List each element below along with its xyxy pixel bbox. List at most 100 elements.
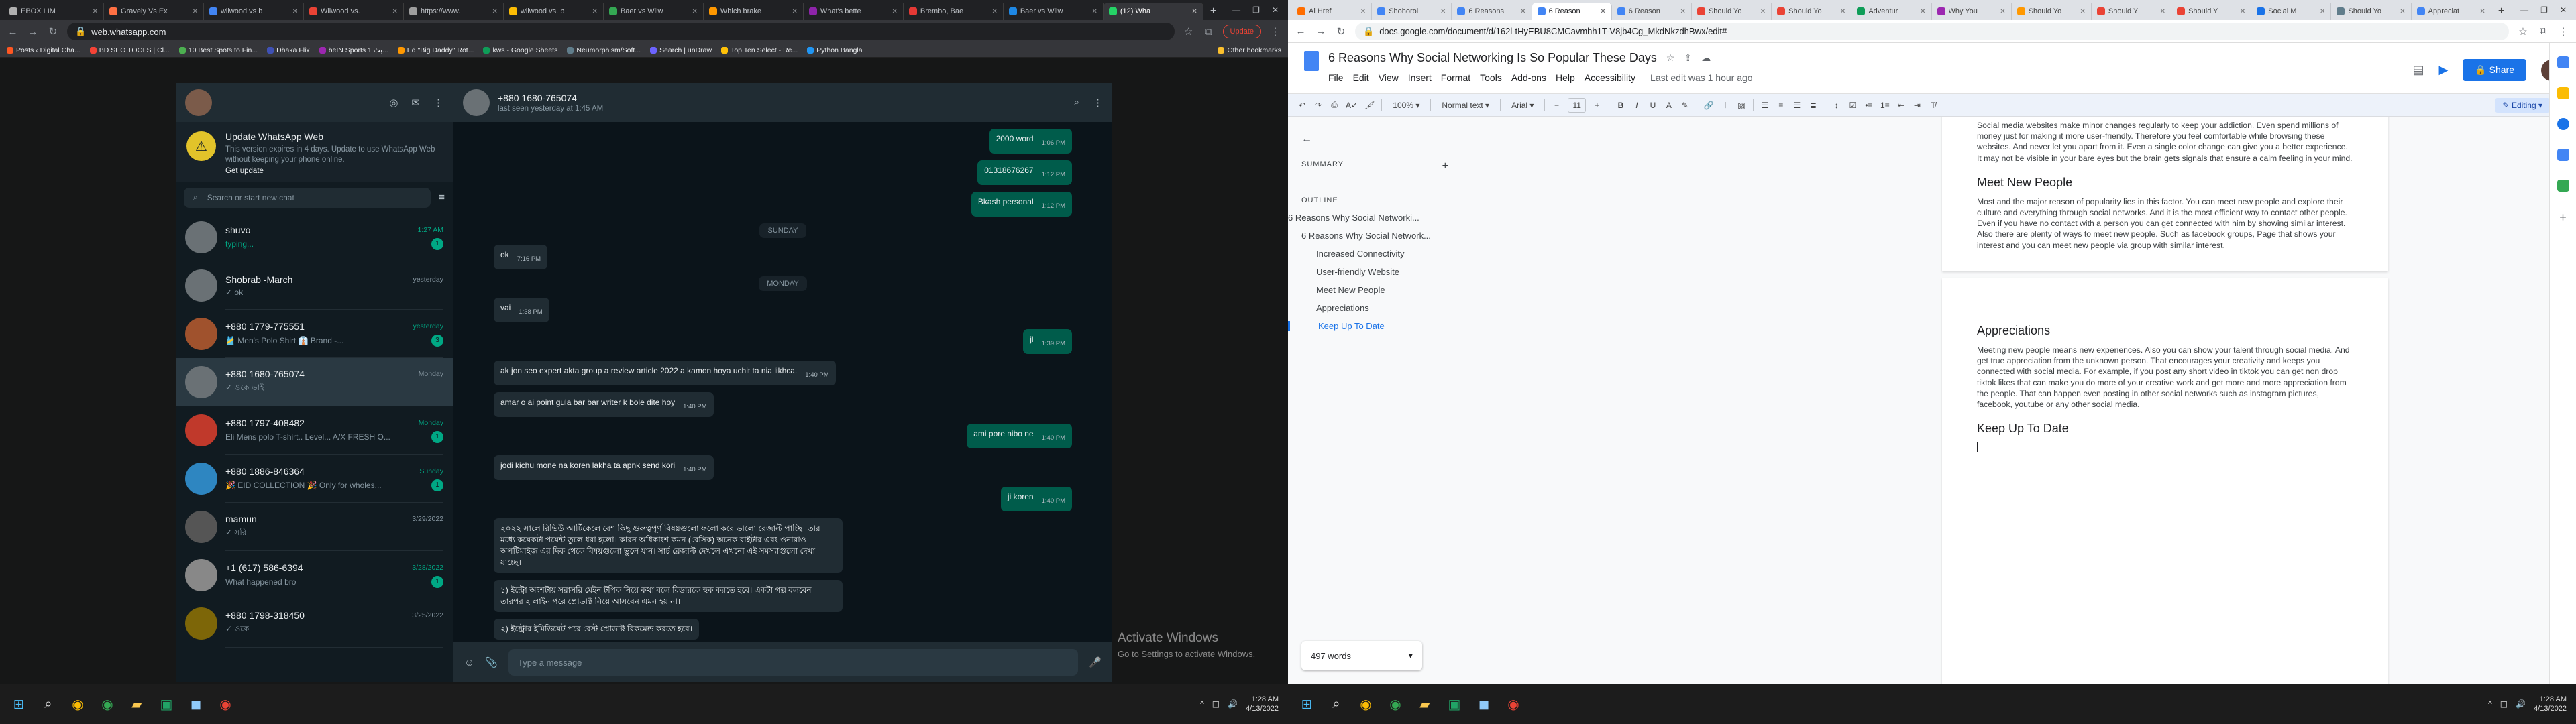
close-tab-icon[interactable]: ✕ (692, 8, 698, 15)
font-select[interactable]: Arial ▾ (1507, 99, 1538, 112)
browser-tab[interactable]: What's bette ✕ (804, 3, 904, 20)
update-button[interactable]: Update (1222, 25, 1261, 38)
close-tab-icon[interactable]: ✕ (2000, 8, 2005, 15)
move-icon[interactable]: ⇪ (1684, 52, 1692, 64)
back-icon[interactable]: ← (1295, 25, 1307, 37)
reload-icon[interactable]: ↻ (47, 25, 59, 38)
close-tab-icon[interactable]: ✕ (392, 8, 398, 15)
bold-icon[interactable]: B (1616, 101, 1625, 110)
volume-icon[interactable]: 🔊 (1228, 699, 1238, 709)
bookmark-item[interactable]: Posts ‹ Digital Cha... (7, 46, 80, 54)
incoming-message[interactable]: ১) ইন্ট্রো অংশটায় সরাসরি মেইন টপিক নিয়… (494, 580, 843, 612)
reload-icon[interactable]: ↻ (1335, 25, 1347, 38)
undo-icon[interactable]: ↶ (1297, 101, 1307, 110)
comment-icon[interactable]: ＋ (1721, 99, 1730, 111)
increase-indent-icon[interactable]: ⇥ (1913, 101, 1922, 110)
heading-keep-up-to-date[interactable]: Keep Up To Date (1977, 422, 2353, 436)
outline-item[interactable]: Meet New People (1288, 285, 1462, 295)
paragraph[interactable]: Social media websites make minor changes… (1977, 120, 2353, 164)
forward-icon[interactable]: → (1315, 25, 1327, 37)
close-tab-icon[interactable]: ✕ (1840, 8, 1845, 15)
menu-icon[interactable]: ⋮ (433, 97, 443, 109)
browser-tab[interactable]: Appreciat ✕ (2412, 3, 2491, 20)
close-tab-icon[interactable]: ✕ (93, 8, 98, 15)
add-summary-icon[interactable]: + (1442, 160, 1449, 172)
close-tab-icon[interactable]: ✕ (991, 8, 997, 15)
chrome-icon[interactable]: ◉ (216, 695, 235, 713)
browser-tab[interactable]: (12) Wha ✕ (1103, 3, 1203, 20)
menu-item[interactable]: Add-ons (1511, 72, 1546, 83)
menu-icon[interactable]: ⋮ (2557, 25, 2569, 38)
update-notice[interactable]: ⚠ Update WhatsApp Web This version expir… (176, 122, 453, 182)
contact-avatar[interactable] (463, 89, 490, 116)
close-icon[interactable]: ✕ (2560, 5, 2567, 15)
comments-icon[interactable]: ▤ (2412, 63, 2424, 77)
browser-tab[interactable]: Shohorol ✕ (1372, 3, 1452, 20)
bookmark-item[interactable]: BD SEO TOOLS | Cl... (89, 46, 170, 54)
back-arrow-icon[interactable]: ← (1301, 133, 1489, 145)
close-tab-icon[interactable]: ✕ (792, 8, 797, 15)
calendar-icon[interactable] (2557, 56, 2569, 68)
menu-icon[interactable]: ⋮ (1093, 97, 1103, 109)
checklist-icon[interactable]: ☑ (1848, 101, 1858, 110)
browser-tab[interactable]: 6 Reason ✕ (1532, 3, 1612, 20)
outgoing-message[interactable]: ami pore nibo ne 1:40 PM (967, 424, 1072, 448)
browser-tab[interactable]: Which brake ✕ (704, 3, 804, 20)
other-bookmarks[interactable]: Other bookmarks (1218, 46, 1281, 54)
close-tab-icon[interactable]: ✕ (2320, 8, 2325, 15)
bulleted-list-icon[interactable]: •≡ (1864, 101, 1874, 110)
close-tab-icon[interactable]: ✕ (1600, 8, 1605, 15)
url-field[interactable]: 🔒 web.whatsapp.com (67, 23, 1175, 40)
browser-tab[interactable]: Baer vs Wilw ✕ (1004, 3, 1104, 20)
star-icon[interactable]: ☆ (1183, 25, 1195, 38)
justify-icon[interactable]: ≣ (1809, 101, 1818, 110)
chat-list-item[interactable]: +880 1797-408482 Monday Eli Mens polo T-sh… (176, 406, 453, 455)
bookmark-item[interactable]: Dhaka Flix (267, 46, 310, 54)
browser-tab[interactable]: wilwood vs b ✕ (204, 3, 304, 20)
network-icon[interactable]: ◫ (1212, 699, 1220, 709)
align-right-icon[interactable]: ☰ (1792, 101, 1802, 110)
last-edit-link[interactable]: Last edit was 1 hour ago (1650, 72, 1753, 83)
chrome-icon[interactable]: ◉ (98, 695, 117, 713)
browser-tab[interactable]: Should Yo ✕ (1692, 3, 1772, 20)
chat-list-item[interactable]: +880 1886-846364 Sunday 🎉 EID COLLECTION 🎉… (176, 455, 453, 503)
underline-icon[interactable]: U (1648, 101, 1658, 110)
bookmark-item[interactable]: Ed "Big Daddy" Rot... (397, 46, 474, 54)
clock[interactable]: 1:28 AM 4/13/2022 (1246, 695, 1279, 713)
network-icon[interactable]: ◫ (2500, 699, 2508, 709)
restore-icon[interactable]: ❐ (2540, 5, 2548, 15)
text-color-icon[interactable]: A (1664, 101, 1674, 110)
close-tab-icon[interactable]: ✕ (1680, 8, 1686, 15)
document-page[interactable]: Appreciations Meeting new people means ne… (1942, 278, 2388, 684)
incoming-message[interactable]: ২) ইন্ট্রোর ইমিডিয়েট পরে বেস্ট প্রোডাক্… (494, 619, 700, 640)
bookmark-item[interactable]: kws - Google Sheets (483, 46, 557, 54)
microphone-icon[interactable]: 🎤 (1089, 656, 1102, 668)
browser-tab[interactable]: Gravely Vs Ex ✕ (104, 3, 204, 20)
chevron-up-icon[interactable]: ^ (2488, 699, 2492, 709)
bookmark-item[interactable]: Python Bangla (807, 46, 863, 54)
close-tab-icon[interactable]: ✕ (1191, 8, 1197, 15)
decrease-indent-icon[interactable]: ⇤ (1896, 101, 1906, 110)
incoming-message[interactable]: jodi kichu mone na koren lakha ta apnk s… (494, 455, 714, 480)
extensions-icon[interactable]: ⧉ (1203, 26, 1215, 38)
browser-tab[interactable]: Ai Href ✕ (1292, 3, 1373, 20)
close-tab-icon[interactable]: ✕ (1091, 8, 1097, 15)
menu-item[interactable]: Help (1556, 72, 1575, 83)
menu-icon[interactable]: ⋮ (1269, 25, 1281, 38)
new-tab-button[interactable]: + (1203, 3, 1223, 20)
get-update-link[interactable]: Get update (225, 167, 442, 175)
excel-icon[interactable]: ▣ (157, 695, 176, 713)
forward-icon[interactable]: → (27, 26, 39, 38)
align-left-icon[interactable]: ☰ (1760, 101, 1770, 110)
chevron-up-icon[interactable]: ^ (1200, 699, 1204, 709)
avatar[interactable] (185, 89, 212, 116)
windows-start-icon[interactable]: ⊞ (1297, 695, 1316, 713)
decrease-font-size-icon[interactable]: − (1552, 101, 1561, 110)
incoming-message[interactable]: vai 1:38 PM (494, 298, 549, 322)
browser-tab[interactable]: Should Yo ✕ (1772, 3, 1852, 20)
redo-icon[interactable]: ↷ (1313, 101, 1323, 110)
outgoing-message[interactable]: ji koren 1:40 PM (1000, 487, 1072, 511)
chat-list-item[interactable]: +880 1798-318450 3/25/2022 ✓ ওকে (176, 599, 453, 648)
incoming-message[interactable]: ok 7:16 PM (494, 245, 548, 269)
attach-icon[interactable]: 📎 (485, 656, 498, 668)
